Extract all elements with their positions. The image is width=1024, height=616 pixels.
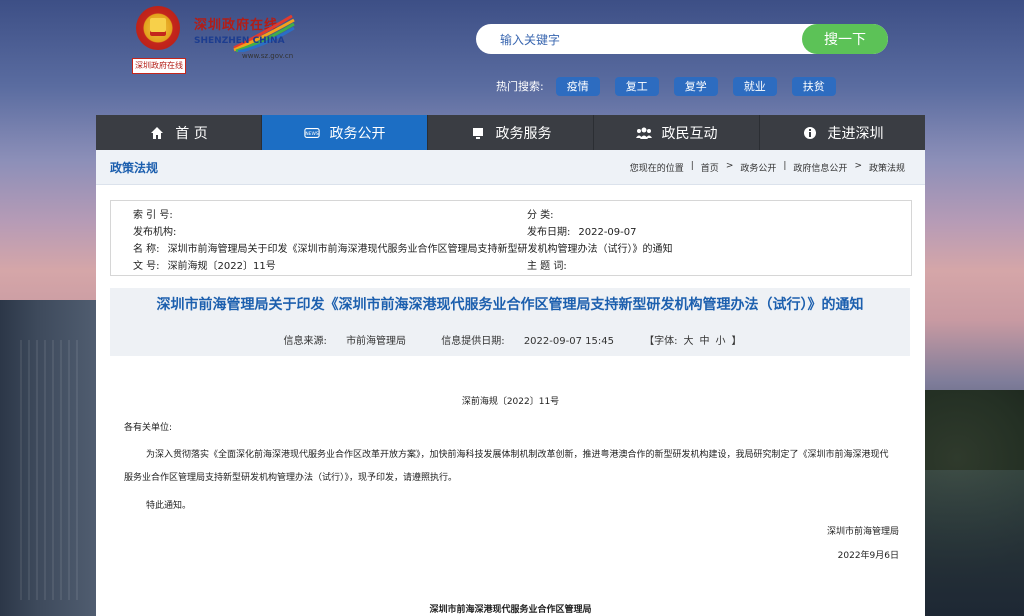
nav-item-interaction[interactable]: 政民互动 bbox=[594, 115, 760, 150]
index-label: 索 引 号: bbox=[133, 210, 173, 221]
home-icon bbox=[149, 125, 165, 141]
brand-url: www.sz.gov.cn bbox=[242, 52, 294, 60]
breadcrumb-info-disclosure[interactable]: 政府信息公开 bbox=[793, 161, 847, 174]
signature-date: 2022年9月6日 bbox=[837, 551, 899, 561]
document-header: 深圳市前海管理局关于印发《深圳市前海深港现代服务业合作区管理局支持新型研发机构管… bbox=[110, 288, 910, 356]
font-close-bracket: 】 bbox=[731, 336, 742, 347]
nav-item-services[interactable]: 政务服务 bbox=[428, 115, 594, 150]
breadcrumb-policies[interactable]: 政策法规 bbox=[869, 161, 905, 174]
font-small-button[interactable]: 小 bbox=[716, 336, 726, 347]
nav-item-about-shenzhen[interactable]: 走进深圳 bbox=[760, 115, 925, 150]
search-input[interactable] bbox=[498, 24, 802, 56]
meta-row: 名 称: 深圳市前海管理局关于印发《深圳市前海深港现代服务业合作区管理局支持新型研… bbox=[111, 237, 911, 255]
font-large-button[interactable]: 大 bbox=[684, 336, 694, 347]
nav-label: 走进深圳 bbox=[827, 125, 884, 142]
meta-row: 发布机构: 发布日期: 2022-09-07 bbox=[111, 220, 911, 238]
brand-name-en: SHENZHEN CHINA bbox=[194, 36, 285, 46]
hot-tag-employment[interactable]: 就业 bbox=[732, 76, 777, 96]
rainbow-swoosh-icon bbox=[233, 14, 295, 52]
people-icon bbox=[635, 125, 652, 141]
national-emblem-logo[interactable]: 深圳政府在线 bbox=[132, 6, 186, 74]
info-icon bbox=[802, 125, 818, 141]
font-label: 【字体: bbox=[644, 336, 678, 347]
breadcrumb-prefix: 您现在的位置 bbox=[629, 164, 684, 174]
publisher-label: 发布机构: bbox=[133, 227, 177, 238]
nav-item-home[interactable]: 首 页 bbox=[96, 115, 262, 150]
search-button[interactable]: 搜一下 bbox=[802, 24, 888, 54]
body-paragraph: 为深入贯彻落实《全面深化前海深港现代服务业合作区改革开放方案》，加快前海科技发展… bbox=[124, 450, 889, 483]
document-meta-table: 索 引 号: 分 类: 发布机构: 发布日期: 2022-09-07 名 称: 深圳… bbox=[110, 200, 912, 276]
signature-org: 深圳市前海管理局 bbox=[826, 527, 899, 537]
publish-date-label: 发布日期: bbox=[527, 227, 571, 238]
attachment-org-heading: 深圳市前海深港现代服务业合作区管理局 bbox=[429, 605, 592, 615]
site-logo[interactable]: 深圳政府在线 SHENZHEN CHINA www.sz.gov.cn bbox=[192, 12, 296, 62]
svg-text:NEWS: NEWS bbox=[305, 131, 319, 137]
salutation: 各有关单位: bbox=[124, 423, 173, 433]
doc-name-label: 名 称: bbox=[133, 244, 160, 255]
closing-text: 特此通知。 bbox=[146, 501, 192, 511]
document-number: 深前海规〔2022〕11号 bbox=[461, 397, 560, 407]
breadcrumb-home[interactable]: 首页 bbox=[701, 161, 719, 174]
hot-search-label: 热门搜索: bbox=[496, 80, 544, 93]
nav-label: 首 页 bbox=[175, 125, 208, 142]
doc-number-value: 深前海规〔2022〕11号 bbox=[167, 261, 276, 272]
nav-label: 政民互动 bbox=[661, 125, 718, 142]
breadcrumb-separator: | bbox=[783, 161, 787, 171]
nav-item-government-affairs[interactable]: NEWS 政务公开 bbox=[262, 115, 428, 150]
document-title: 深圳市前海管理局关于印发《深圳市前海深港现代服务业合作区管理局支持新型研发机构管… bbox=[156, 297, 864, 313]
hot-tag-epidemic[interactable]: 疫情 bbox=[555, 76, 600, 96]
monitor-icon bbox=[470, 125, 486, 141]
meta-row: 文 号: 深前海规〔2022〕11号 主 题 词: bbox=[111, 254, 911, 272]
crumb-bar: 政策法规 您现在的位置 | 首页 > 政务公开 | 政府信息公开 > 政策法规 bbox=[96, 150, 925, 185]
source-label: 信息来源: bbox=[283, 336, 327, 347]
category-label: 分 类: bbox=[527, 210, 554, 221]
content-panel: 政策法规 您现在的位置 | 首页 > 政务公开 | 政府信息公开 > 政策法规 … bbox=[96, 150, 925, 616]
hot-tag-resume-work[interactable]: 复工 bbox=[614, 76, 659, 96]
doc-number-label: 文 号: bbox=[133, 261, 160, 272]
section-title: 政策法规 bbox=[110, 161, 159, 175]
source-value: 市前海管理局 bbox=[346, 336, 407, 347]
meta-row: 索 引 号: 分 类: bbox=[111, 203, 911, 221]
document-info: 信息来源: 市前海管理局 信息提供日期: 2022-09-07 15:45 【字… bbox=[110, 332, 910, 347]
breadcrumb-government-affairs[interactable]: 政务公开 bbox=[740, 161, 776, 174]
font-size-control: 【字体: 大中小】 bbox=[641, 336, 744, 347]
provided-date-value: 2022-09-07 15:45 bbox=[523, 336, 614, 347]
emblem-tag: 深圳政府在线 bbox=[132, 58, 186, 74]
hot-tag-resume-school[interactable]: 复学 bbox=[673, 76, 718, 96]
background-street bbox=[912, 470, 1024, 616]
provided-date-label: 信息提供日期: bbox=[441, 336, 505, 347]
hot-search-bar: 热门搜索: 疫情 复工 复学 就业 扶贫 bbox=[496, 76, 851, 96]
subject-label: 主 题 词: bbox=[527, 261, 567, 272]
nav-label: 政务公开 bbox=[329, 125, 386, 142]
nav-label: 政务服务 bbox=[495, 125, 552, 142]
search-box: 搜一下 bbox=[476, 24, 888, 56]
breadcrumb: 您现在的位置 | 首页 > 政务公开 | 政府信息公开 > 政策法规 bbox=[630, 161, 905, 174]
hot-tag-poverty-relief[interactable]: 扶贫 bbox=[791, 76, 836, 96]
breadcrumb-separator: > bbox=[725, 161, 734, 171]
breadcrumb-separator: > bbox=[854, 161, 862, 171]
breadcrumb-separator: | bbox=[690, 161, 694, 171]
main-nav: 首 页 NEWS 政务公开 政务服务 政民互动 走进深圳 bbox=[96, 115, 925, 150]
font-medium-button[interactable]: 中 bbox=[700, 336, 710, 347]
news-icon: NEWS bbox=[303, 125, 320, 141]
background-building bbox=[0, 300, 96, 616]
